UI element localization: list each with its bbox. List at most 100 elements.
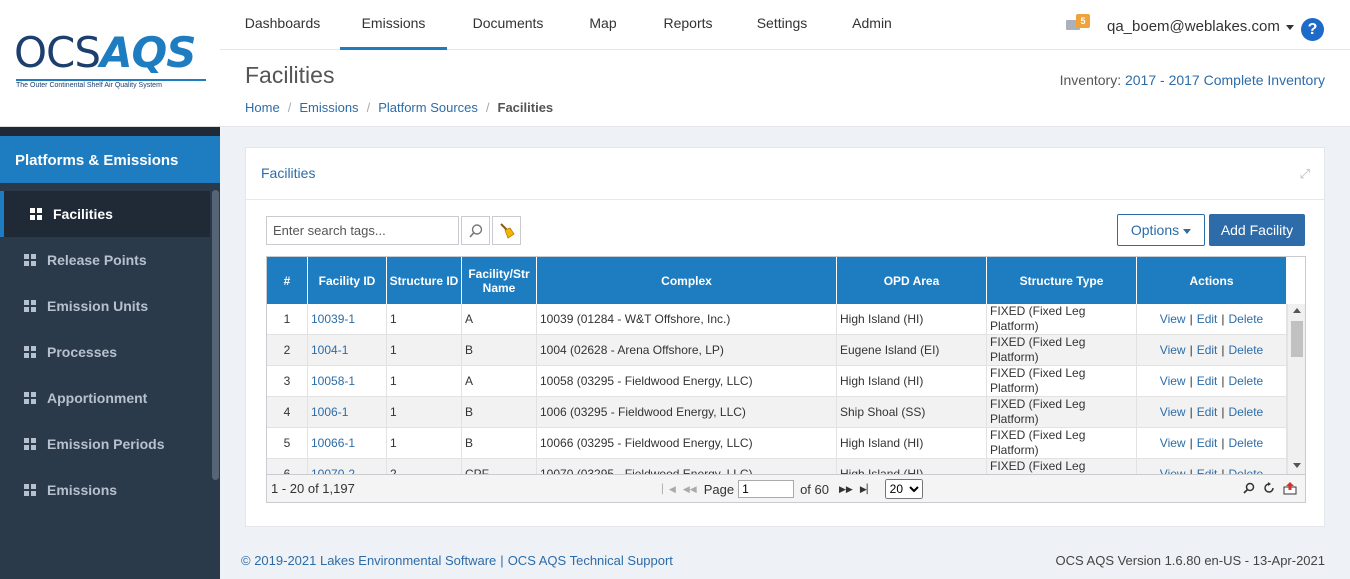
logo[interactable]: OCSAQS The Outer Continental Shelf Air Q… [0, 0, 220, 127]
sidebar-item-apportionment[interactable]: Apportionment [0, 375, 210, 421]
view-link[interactable]: View [1160, 405, 1186, 420]
cell-facility-name: B [462, 428, 537, 458]
breadcrumb-platform-sources[interactable]: Platform Sources [378, 100, 478, 115]
col-header-structure-id[interactable]: Structure ID [387, 257, 462, 304]
nav-documents[interactable]: Documents [458, 0, 558, 50]
sidebar-item-label: Emissions [47, 482, 118, 498]
refresh-icon[interactable] [1263, 482, 1275, 494]
facility-id-link[interactable]: 10070-2 [311, 467, 355, 475]
edit-link[interactable]: Edit [1197, 374, 1218, 389]
table-row[interactable]: 5 10066-1 1 B 10066 (03295 - Fieldwood Energ… [267, 428, 1287, 459]
page-size-select[interactable]: 20 [884, 479, 923, 499]
table-row[interactable]: 4 1006-1 1 B 1006 (03295 - Fieldwood Energy,… [267, 397, 1287, 428]
col-header-complex[interactable]: Complex [537, 257, 837, 304]
delete-link[interactable]: Delete [1229, 312, 1264, 327]
portlet-title: Facilities [261, 165, 316, 181]
add-facility-button[interactable]: Add Facility [1209, 214, 1305, 246]
col-header-number[interactable]: # [267, 257, 308, 304]
scroll-down-icon[interactable] [1293, 463, 1301, 468]
col-header-facility-id[interactable]: Facility ID [308, 257, 387, 304]
edit-link[interactable]: Edit [1197, 405, 1218, 420]
facility-id-link[interactable]: 10058-1 [311, 374, 355, 389]
facility-id-link[interactable]: 10039-1 [311, 312, 355, 327]
scroll-thumb[interactable] [1291, 321, 1303, 357]
inventory-link[interactable]: 2017 - 2017 Complete Inventory [1125, 72, 1325, 88]
facility-id-link[interactable]: 1006-1 [311, 405, 348, 420]
cell-facility-name: CPF [462, 459, 537, 474]
delete-link[interactable]: Delete [1229, 374, 1264, 389]
edit-link[interactable]: Edit [1197, 343, 1218, 358]
scroll-up-icon[interactable] [1293, 308, 1301, 313]
sidebar-menu: Facilities Release Points Emission Units… [0, 191, 210, 513]
broom-icon [499, 222, 515, 239]
page-number-input[interactable] [738, 480, 795, 498]
delete-link[interactable]: Delete [1229, 343, 1264, 358]
col-header-facility-name[interactable]: Facility/Str Name [462, 257, 537, 304]
delete-link[interactable]: Delete [1229, 436, 1264, 451]
view-link[interactable]: View [1160, 343, 1186, 358]
view-link[interactable]: View [1160, 374, 1186, 389]
export-icon[interactable] [1283, 481, 1297, 495]
facility-id-link[interactable]: 1004-1 [311, 343, 348, 358]
cell-opd-area: Ship Shoal (SS) [837, 397, 987, 427]
edit-link[interactable]: Edit [1197, 467, 1218, 475]
cell-row-number: 2 [267, 335, 308, 365]
sidebar-item-processes[interactable]: Processes [0, 329, 210, 375]
sidebar-section-header[interactable]: Platforms & Emissions [0, 136, 220, 183]
page-label: Page [703, 481, 735, 497]
table-row[interactable]: 1 10039-1 1 A 10039 (01284 - W&T Offshore, I… [267, 304, 1287, 335]
table-row[interactable]: 6 10070-2 2 CPF 10070 (03295 - Fieldwood Ene… [267, 459, 1287, 474]
help-icon[interactable]: ? [1301, 18, 1324, 41]
delete-link[interactable]: Delete [1229, 467, 1264, 475]
first-page-icon[interactable]: ▏◀ [662, 484, 676, 495]
cell-facility-name: B [462, 335, 537, 365]
nav-emissions[interactable]: Emissions [340, 0, 447, 50]
sidebar-item-release-points[interactable]: Release Points [0, 237, 210, 283]
action-separator: | [1189, 342, 1193, 357]
nav-dashboards[interactable]: Dashboards [230, 0, 335, 50]
clear-search-button[interactable] [492, 216, 521, 245]
sidebar-scrollbar[interactable] [212, 190, 219, 480]
nav-map[interactable]: Map [570, 0, 636, 50]
nav-settings[interactable]: Settings [742, 0, 822, 50]
col-header-opd-area[interactable]: OPD Area [837, 257, 987, 304]
top-nav: Dashboards Emissions Documents Map Repor… [220, 0, 1350, 50]
view-link[interactable]: View [1160, 467, 1186, 475]
cell-facility-id: 1004-1 [308, 335, 387, 365]
pager-navigation: ▏◀ ◀◀ Page of 60 ▶▶ ▶▏ 20 [662, 479, 923, 499]
sidebar-item-emissions[interactable]: Emissions [0, 467, 210, 513]
breadcrumb-home[interactable]: Home [245, 100, 280, 115]
view-link[interactable]: View [1160, 312, 1186, 327]
prev-page-icon[interactable]: ◀◀ [683, 484, 697, 495]
nav-reports[interactable]: Reports [648, 0, 728, 50]
breadcrumb-emissions[interactable]: Emissions [299, 100, 358, 115]
user-menu[interactable]: qa_boem@weblakes.com [1107, 18, 1294, 35]
table-row[interactable]: 3 10058-1 1 A 10058 (03295 - Fieldwood Energ… [267, 366, 1287, 397]
sidebar-item-emission-periods[interactable]: Emission Periods [0, 421, 210, 467]
options-dropdown-button[interactable]: Options [1117, 214, 1205, 246]
support-link[interactable]: OCS AQS Technical Support [508, 553, 673, 568]
next-page-icon[interactable]: ▶▶ [839, 484, 853, 495]
nav-admin[interactable]: Admin [834, 0, 910, 50]
search-icon[interactable] [1243, 482, 1255, 494]
grid-icon [24, 438, 36, 450]
edit-link[interactable]: Edit [1197, 312, 1218, 327]
search-tags-input[interactable] [266, 216, 459, 245]
table-scrollbar[interactable] [1287, 304, 1305, 474]
edit-link[interactable]: Edit [1197, 436, 1218, 451]
col-header-structure-type[interactable]: Structure Type [987, 257, 1137, 304]
last-page-icon[interactable]: ▶▏ [860, 484, 874, 495]
delete-link[interactable]: Delete [1229, 405, 1264, 420]
table-row[interactable]: 2 1004-1 1 B 1004 (02628 - Arena Offshore, L… [267, 335, 1287, 366]
expand-icon[interactable]: ⤢ [1300, 166, 1310, 182]
copyright-link[interactable]: © 2019-2021 Lakes Environmental Software [241, 553, 496, 568]
search-button[interactable] [461, 216, 490, 245]
view-link[interactable]: View [1160, 436, 1186, 451]
grid-icon [24, 392, 36, 404]
facility-id-link[interactable]: 10066-1 [311, 436, 355, 451]
sidebar-item-facilities[interactable]: Facilities [0, 191, 210, 237]
sidebar-item-emission-units[interactable]: Emission Units [0, 283, 210, 329]
breadcrumb-current: Facilities [497, 100, 554, 115]
chevron-down-icon [1285, 24, 1294, 30]
search-icon [468, 223, 482, 238]
